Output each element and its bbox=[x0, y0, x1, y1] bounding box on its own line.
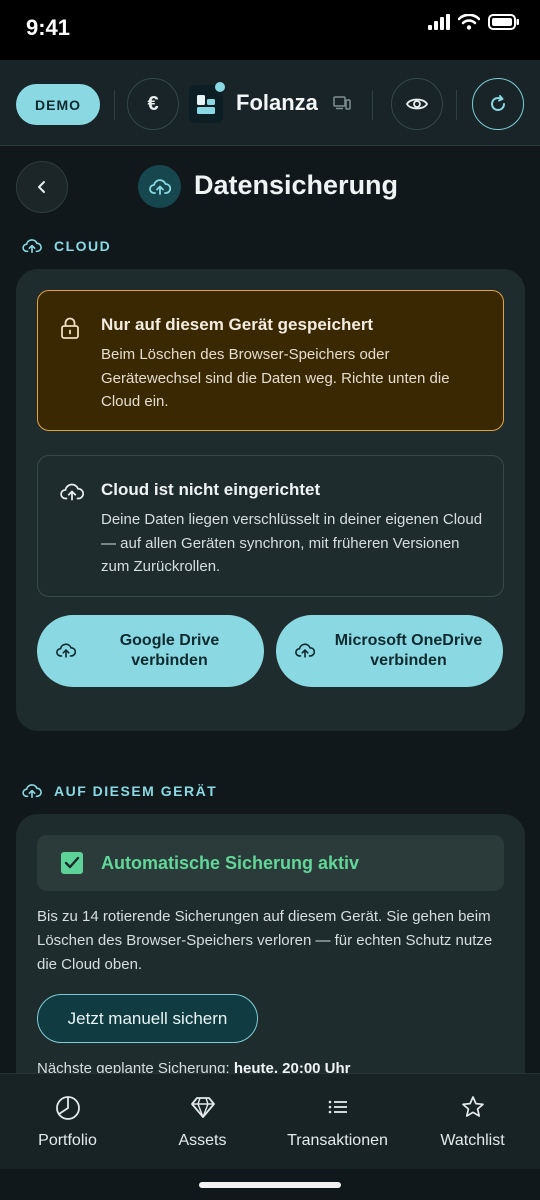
refresh-button[interactable] bbox=[472, 78, 524, 130]
connect-google-drive-button[interactable]: Google Drive verbinden bbox=[37, 615, 264, 687]
onedrive-button-label: Microsoft OneDrive verbinden bbox=[334, 632, 483, 669]
tab-label: Watchlist bbox=[440, 1132, 505, 1149]
cloud-upload-icon bbox=[138, 165, 181, 208]
device-icon bbox=[333, 96, 351, 115]
section-label-text: CLOUD bbox=[54, 238, 112, 254]
app-logo bbox=[189, 81, 226, 123]
cloud-upload-icon bbox=[22, 784, 42, 799]
tab-label: Assets bbox=[178, 1132, 227, 1149]
refresh-icon bbox=[491, 95, 505, 111]
page-title: Datensicherung bbox=[194, 170, 399, 200]
app-bar: DEMO € Folanza bbox=[0, 60, 540, 146]
currency-button[interactable]: € bbox=[127, 78, 179, 130]
info-title: Cloud ist nicht eingerichtet bbox=[101, 480, 321, 499]
tab-bar: Portfolio Assets Transaktionen Watchlist bbox=[0, 1073, 540, 1169]
lock-icon bbox=[60, 317, 80, 344]
chevron-left-icon bbox=[38, 181, 45, 193]
device-backup-description: Bis zu 14 rotierende Sicherungen auf die… bbox=[37, 908, 493, 973]
tab-portfolio[interactable]: Portfolio bbox=[0, 1094, 135, 1150]
app-logo-icon bbox=[189, 82, 225, 123]
auto-backup-label: Automatische Sicherung aktiv bbox=[101, 853, 360, 873]
app-name: Folanza bbox=[236, 90, 318, 115]
cloud-upload-icon bbox=[295, 642, 316, 665]
battery-icon bbox=[488, 14, 519, 30]
demo-mode-button[interactable]: DEMO bbox=[16, 84, 100, 125]
section-label-cloud: CLOUD bbox=[22, 238, 111, 254]
cloud-not-configured-info: Cloud ist nicht eingerichtet Deine Daten… bbox=[37, 455, 504, 597]
cloud-upload-icon bbox=[56, 642, 77, 665]
warning-text: Beim Löschen des Browser-Speichers oder … bbox=[101, 346, 450, 410]
local-only-warning: Nur auf diesem Gerät gespeichert Beim Lö… bbox=[37, 290, 504, 431]
auto-backup-checkbox[interactable] bbox=[61, 852, 83, 874]
divider bbox=[114, 90, 115, 120]
device-card: Automatische Sicherung aktiv Bis zu 14 r… bbox=[16, 814, 525, 1114]
star-icon bbox=[405, 1094, 540, 1122]
auto-backup-row[interactable]: Automatische Sicherung aktiv bbox=[37, 835, 504, 891]
warning-title: Nur auf diesem Gerät gespeichert bbox=[101, 315, 374, 334]
google-drive-button-label: Google Drive verbinden bbox=[119, 632, 220, 669]
tab-watchlist[interactable]: Watchlist bbox=[405, 1094, 540, 1150]
cloud-upload-icon bbox=[60, 482, 85, 507]
info-text: Deine Daten liegen verschlüsselt in dein… bbox=[101, 511, 483, 575]
pie-chart-icon bbox=[0, 1094, 135, 1122]
status-time: 9:41 bbox=[26, 15, 71, 40]
section-label-text: AUF DIESEM GERÄT bbox=[54, 783, 218, 799]
manual-backup-button[interactable]: Jetzt manuell sichern bbox=[37, 994, 258, 1043]
wifi-icon bbox=[458, 14, 480, 30]
check-icon bbox=[64, 856, 80, 869]
cloud-upload-icon bbox=[22, 239, 42, 254]
status-icons bbox=[428, 14, 520, 30]
back-button[interactable] bbox=[16, 161, 68, 213]
list-icon bbox=[270, 1094, 405, 1122]
cloud-card: Nur auf diesem Gerät gespeichert Beim Lö… bbox=[16, 269, 525, 731]
diamond-icon bbox=[135, 1094, 270, 1122]
home-indicator[interactable] bbox=[199, 1182, 341, 1188]
tab-label: Portfolio bbox=[38, 1132, 97, 1149]
divider bbox=[372, 90, 373, 120]
tab-label: Transaktionen bbox=[287, 1132, 388, 1149]
connect-onedrive-button[interactable]: Microsoft OneDrive verbinden bbox=[276, 615, 503, 687]
eye-icon bbox=[406, 98, 428, 110]
toggle-visibility-button[interactable] bbox=[391, 78, 443, 130]
tab-assets[interactable]: Assets bbox=[135, 1094, 270, 1150]
signal-icon bbox=[428, 14, 450, 30]
status-bar: 9:41 bbox=[0, 0, 540, 60]
tab-transactions[interactable]: Transaktionen bbox=[270, 1094, 405, 1150]
divider bbox=[456, 90, 457, 120]
section-label-device: AUF DIESEM GERÄT bbox=[22, 783, 217, 799]
